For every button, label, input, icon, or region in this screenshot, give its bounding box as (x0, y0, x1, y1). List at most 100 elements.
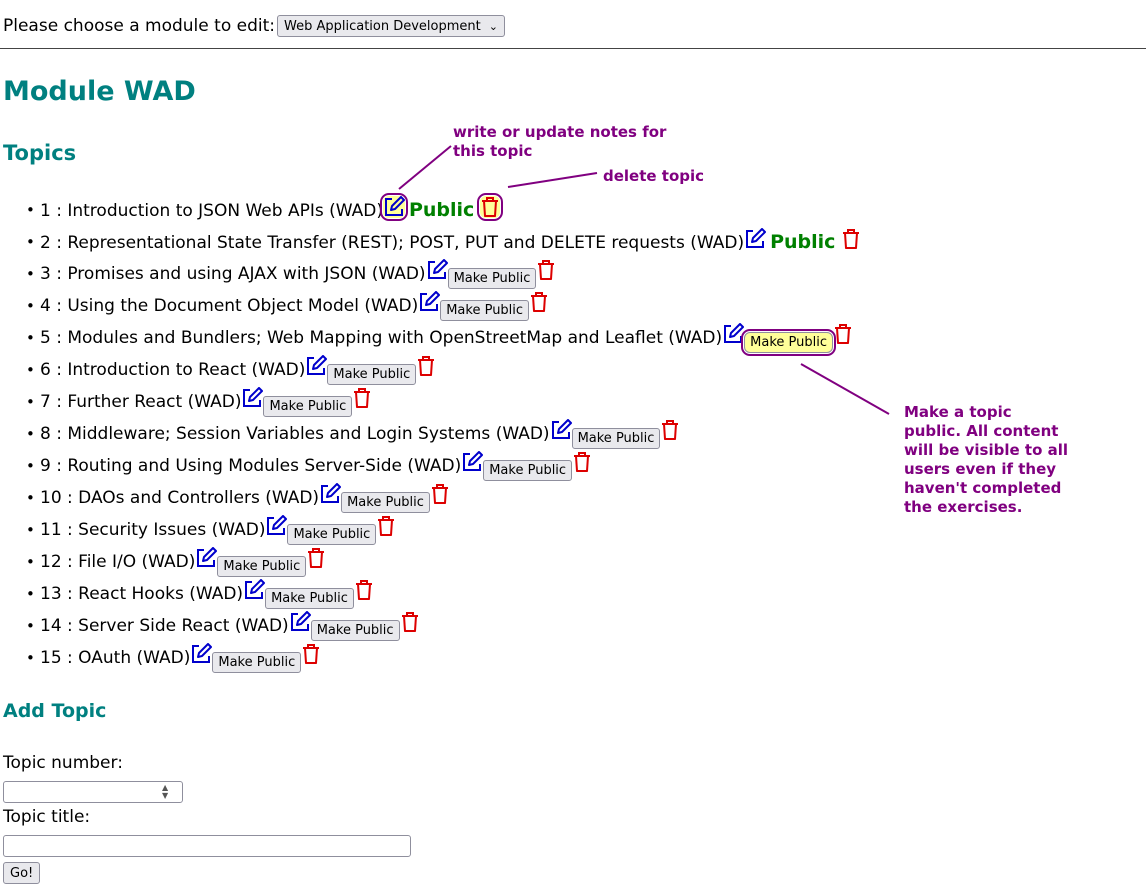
topic-title: 9 : Routing and Using Modules Server-Sid… (40, 456, 462, 476)
trash-icon[interactable] (841, 228, 861, 250)
edit-icon[interactable] (722, 323, 745, 345)
annotation-notes-line: this topic (453, 142, 533, 160)
make-public-button[interactable]: Make Public (440, 300, 530, 321)
go-button[interactable]: Go! (3, 862, 41, 884)
make-public-button[interactable]: Make Public (263, 396, 353, 417)
trash-icon[interactable] (376, 515, 396, 537)
trash-icon[interactable] (477, 193, 504, 221)
make-public-button[interactable]: Make Public (217, 556, 307, 577)
make-public-button[interactable]: Make Public (741, 329, 837, 356)
annotation-delete: delete topic (603, 167, 705, 185)
topic-title: 13 : React Hooks (WAD) (40, 584, 244, 604)
edit-icon[interactable] (190, 643, 213, 665)
edit-icon[interactable] (243, 579, 266, 601)
topic-item: 11 : Security Issues (WAD) Make Public (26, 514, 861, 546)
topic-title: 1 : Introduction to JSON Web APIs (WAD) (40, 201, 383, 221)
trash-icon[interactable] (352, 387, 372, 409)
edit-icon[interactable] (305, 355, 328, 377)
make-public-button[interactable]: Make Public (265, 588, 354, 609)
annotation-notes-line: write or update notes for (453, 123, 667, 141)
module-select[interactable]: Web Application Development ⌄ (276, 15, 505, 37)
topic-number-input[interactable] (3, 781, 183, 803)
annotation-public-line: public. All content (904, 422, 1059, 440)
trash-icon[interactable] (354, 579, 374, 601)
edit-icon[interactable] (379, 193, 408, 221)
topic-title: 4 : Using the Document Object Model (WAD… (40, 296, 419, 316)
trash-icon[interactable] (833, 323, 853, 345)
edit-icon[interactable] (195, 547, 218, 569)
edit-icon[interactable] (426, 259, 448, 281)
make-public-button[interactable]: Make Public (212, 652, 302, 673)
number-stepper-icon[interactable]: ▲ ▼ (162, 784, 168, 800)
edit-icon[interactable] (265, 515, 288, 537)
public-label: Public (408, 199, 475, 221)
topic-item: 9 : Routing and Using Modules Server-Sid… (26, 450, 861, 482)
make-public-button[interactable]: Make Public (327, 364, 417, 385)
make-public-button[interactable]: Make Public (571, 428, 661, 449)
edit-icon[interactable] (418, 291, 441, 313)
trash-icon[interactable] (572, 451, 592, 473)
make-public-button[interactable]: Make Public (310, 620, 400, 641)
topic-title: 3 : Promises and using AJAX with JSON (W… (40, 264, 426, 284)
trash-icon[interactable] (400, 611, 420, 633)
topic-item: 15 : OAuth (WAD) Make Public (26, 642, 861, 674)
topic-title: 14 : Server Side React (WAD) (40, 616, 289, 636)
topic-title: 8 : Middleware; Session Variables and Lo… (40, 424, 550, 444)
topic-number-label: Topic number: (3, 753, 123, 773)
annotation-public-line: will be visible to all (904, 441, 1069, 459)
make-public-button[interactable]: Make Public (447, 268, 537, 289)
topic-title-label: Topic title: (3, 807, 91, 827)
topic-title-input[interactable] (3, 835, 411, 857)
topic-item: 14 : Server Side React (WAD) Make Public (26, 610, 861, 642)
topics-heading: Topics (3, 141, 77, 165)
annotation-make-public: Make a topic public. All content will be… (904, 403, 1068, 517)
edit-icon[interactable] (241, 387, 264, 409)
topic-item: 3 : Promises and using AJAX with JSON (W… (26, 258, 861, 290)
annotation-public-line: Make a topic (904, 403, 1012, 421)
chevron-down-icon: ⌄ (488, 19, 498, 33)
topic-item: 10 : DAOs and Controllers (WAD) Make Publ… (26, 482, 861, 514)
annotation-public-line: users even if they (904, 460, 1057, 478)
edit-icon[interactable] (289, 611, 311, 633)
make-public-button[interactable]: Make Public (483, 460, 573, 481)
trash-icon[interactable] (301, 643, 321, 665)
pointer-line-notes (398, 145, 452, 190)
module-select-value: Web Application Development (283, 18, 481, 34)
topic-title: 6 : Introduction to React (WAD) (40, 360, 306, 380)
annotation-notes: write or update notes for this topic (453, 123, 666, 161)
trash-icon[interactable] (430, 483, 450, 505)
edit-icon[interactable] (744, 228, 767, 250)
module-select-row: Please choose a module to edit: Web Appl… (3, 14, 505, 38)
topic-title: 12 : File I/O (WAD) (40, 552, 196, 572)
topic-title: 10 : DAOs and Controllers (WAD) (40, 488, 320, 508)
trash-icon[interactable] (529, 291, 549, 313)
topic-item: 13 : React Hooks (WAD) Make Public (26, 578, 861, 610)
topic-item: 8 : Middleware; Session Variables and Lo… (26, 418, 861, 450)
pointer-line-delete (507, 172, 598, 188)
topic-item: 6 : Introduction to React (WAD) Make Publ… (26, 354, 861, 386)
module-select-label: Please choose a module to edit: (3, 16, 275, 36)
edit-icon[interactable] (461, 451, 484, 473)
trash-icon[interactable] (306, 547, 326, 569)
topic-item: 2 : Representational State Transfer (RES… (26, 226, 861, 258)
trash-icon[interactable] (416, 355, 436, 377)
topic-title: 5 : Modules and Bundlers; Web Mapping wi… (40, 328, 723, 348)
topic-title: 15 : OAuth (WAD) (40, 648, 191, 668)
topic-title: 11 : Security Issues (WAD) (40, 520, 266, 540)
topic-title: 7 : Further React (WAD) (40, 392, 242, 412)
edit-icon[interactable] (550, 419, 572, 441)
trash-icon[interactable] (536, 259, 556, 281)
annotation-public-line: the exercises. (904, 498, 1023, 516)
divider (0, 48, 1146, 49)
edit-icon[interactable] (319, 483, 342, 505)
make-public-button[interactable]: Make Public (341, 492, 430, 513)
page-title: Module WAD (3, 76, 196, 107)
annotation-public-line: haven't completed (904, 479, 1062, 497)
topic-item: 1 : Introduction to JSON Web APIs (WAD) P… (26, 193, 861, 226)
topic-item: 4 : Using the Document Object Model (WAD… (26, 290, 861, 322)
topic-item: 7 : Further React (WAD) Make Public (26, 386, 861, 418)
make-public-button[interactable]: Make Public (287, 524, 377, 545)
topic-title: 2 : Representational State Transfer (RES… (40, 233, 745, 253)
topic-list: 1 : Introduction to JSON Web APIs (WAD) P… (0, 193, 861, 674)
trash-icon[interactable] (660, 419, 680, 441)
